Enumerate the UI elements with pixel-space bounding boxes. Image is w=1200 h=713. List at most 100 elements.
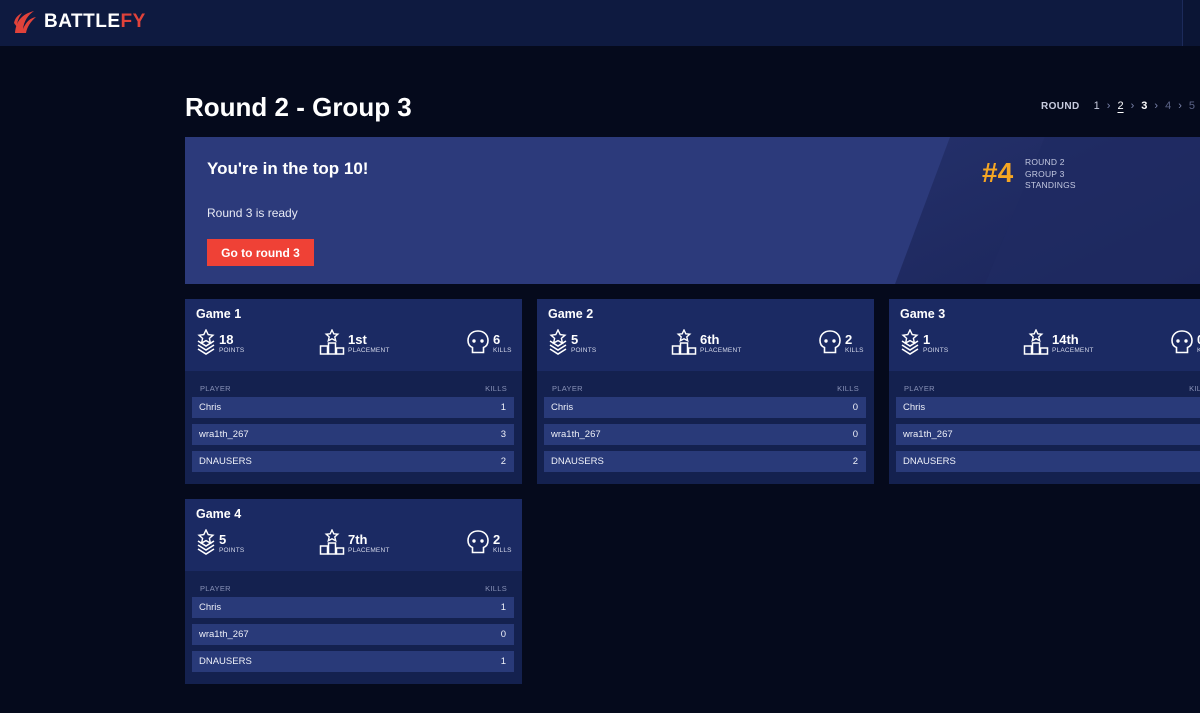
- game-card-4: Game 4 5 POINTS 7th PLACEMENT 2 KILLS PL…: [185, 499, 522, 684]
- game-title: Game 3: [900, 307, 946, 321]
- standing-details: ROUND 2 GROUP 3 STANDINGS: [1025, 157, 1076, 192]
- player-kills: 0: [852, 402, 858, 413]
- brand-name-part1: BATTLE: [44, 11, 121, 32]
- placement-stat: 7th PLACEMENT: [319, 529, 390, 555]
- player-name: DNAUSERS: [199, 456, 252, 467]
- points-stat-text: 5 POINTS: [571, 333, 596, 355]
- points-value: 5: [571, 332, 579, 347]
- table-row[interactable]: wra1th_267 3: [192, 424, 514, 445]
- table-row[interactable]: wra1th_267 0: [192, 624, 514, 645]
- player-kills: 2: [852, 456, 858, 467]
- points-stat: 5 POINTS: [548, 329, 596, 355]
- podium-icon: [319, 529, 345, 555]
- player-name: DNAUSERS: [551, 456, 604, 467]
- chevron-right-icon: ›: [1130, 100, 1135, 112]
- battlefy-logo[interactable]: BATTLEFY: [12, 9, 146, 35]
- kills-label: KILLS: [493, 547, 512, 554]
- placement-value: 6th: [700, 332, 720, 347]
- table-row[interactable]: Chris 1: [192, 597, 514, 618]
- players-table-header: PLAYER KILLS: [904, 384, 1200, 393]
- kills-value: 2: [493, 532, 501, 547]
- kills-label: KILLS: [493, 347, 512, 354]
- table-row[interactable]: DNAUSERS: [896, 451, 1200, 472]
- points-chevron-icon: [197, 329, 215, 355]
- game-summary: Game 3 1 POINTS 14th PLACEMENT 0: [889, 299, 1200, 371]
- game-card-1: Game 1 18 POINTS 1st PLACEMENT 6 KILLS P…: [185, 299, 522, 484]
- points-chevron-icon: [197, 529, 215, 555]
- placement-value: 7th: [348, 532, 368, 547]
- chevron-right-icon: ›: [1178, 100, 1182, 112]
- points-stat: 1 POINTS: [900, 329, 948, 355]
- player-name: Chris: [903, 402, 926, 413]
- round-link-3[interactable]: 3: [1141, 100, 1147, 112]
- page-title: Round 2 - Group 3: [185, 92, 412, 122]
- skull-icon: [1171, 330, 1193, 354]
- column-player: PLAYER: [200, 584, 231, 593]
- placement-label: PLACEMENT: [1052, 347, 1094, 354]
- kills-value: 6: [493, 332, 501, 347]
- game-summary: Game 2 5 POINTS 6th PLACEMENT 2 KILLS: [537, 299, 874, 371]
- table-row[interactable]: wra1th_267 0: [544, 424, 866, 445]
- placement-label: PLACEMENT: [348, 347, 390, 354]
- player-name: DNAUSERS: [199, 656, 252, 667]
- points-label: POINTS: [571, 347, 597, 354]
- brand-name: BATTLEFY: [44, 11, 146, 33]
- podium-icon: [1023, 329, 1049, 355]
- placement-value: 14th: [1052, 332, 1079, 347]
- go-to-round-button[interactable]: Go to round 3: [207, 239, 314, 266]
- kills-stat: 2 KILLS: [466, 529, 512, 555]
- round-link-5[interactable]: 5: [1189, 100, 1195, 112]
- points-value: 1: [923, 332, 931, 347]
- placement-stat: 1st PLACEMENT: [319, 329, 390, 355]
- points-stat-text: 5 POINTS: [219, 533, 244, 555]
- kills-stat: 0 KILLS: [1170, 329, 1200, 355]
- column-kills: KILLS: [485, 384, 507, 393]
- round-link-1[interactable]: 1: [1094, 100, 1100, 112]
- top-nav-bar: BATTLEFY: [0, 0, 1200, 46]
- round-navigation: ROUND 1 › 2 › 3 › 4 › 5: [1041, 100, 1199, 112]
- round-link-2[interactable]: 2: [1117, 100, 1123, 112]
- column-player: PLAYER: [904, 384, 935, 393]
- standing-label: STANDINGS: [1025, 180, 1076, 190]
- game-summary: Game 1 18 POINTS 1st PLACEMENT 6 KILLS: [185, 299, 522, 371]
- skull-icon: [467, 530, 489, 554]
- brand-name-part2: FY: [120, 11, 146, 32]
- points-stat-text: 1 POINTS: [923, 333, 948, 355]
- game-summary: Game 4 5 POINTS 7th PLACEMENT 2 KILLS: [185, 499, 522, 571]
- placement-stat: 6th PLACEMENT: [671, 329, 742, 355]
- kills-label: KILLS: [845, 347, 864, 354]
- points-label: POINTS: [219, 347, 245, 354]
- placement-stat-text: 7th PLACEMENT: [348, 533, 390, 555]
- table-row[interactable]: DNAUSERS 2: [544, 451, 866, 472]
- players-table-header: PLAYER KILLS: [200, 584, 507, 593]
- player-name: wra1th_267: [199, 629, 249, 640]
- player-kills: 0: [500, 629, 506, 640]
- standing-group: GROUP 3: [1025, 168, 1065, 179]
- column-kills: KILLS: [1189, 384, 1200, 393]
- round-link-4[interactable]: 4: [1165, 100, 1171, 112]
- player-name: Chris: [199, 602, 222, 613]
- column-player: PLAYER: [200, 384, 231, 393]
- points-label: POINTS: [923, 347, 949, 354]
- player-name: wra1th_267: [903, 429, 953, 440]
- player-name: DNAUSERS: [903, 456, 956, 467]
- skull-icon: [819, 330, 841, 354]
- qualification-banner: You're in the top 10! Round 3 is ready G…: [185, 137, 1200, 284]
- skull-icon: [467, 330, 489, 354]
- kills-stat: 2 KILLS: [818, 329, 864, 355]
- player-name: wra1th_267: [551, 429, 601, 440]
- player-name: Chris: [199, 402, 222, 413]
- placement-label: PLACEMENT: [700, 347, 742, 354]
- podium-icon: [319, 329, 345, 355]
- topbar-right-panel: [1182, 0, 1200, 46]
- table-row[interactable]: wra1th_267: [896, 424, 1200, 445]
- table-row[interactable]: Chris 0: [544, 397, 866, 418]
- banner-subtitle: Round 3 is ready: [207, 206, 298, 220]
- chevron-right-icon: ›: [1154, 100, 1159, 112]
- table-row[interactable]: Chris 1: [192, 397, 514, 418]
- round-nav-label: ROUND: [1041, 100, 1080, 112]
- table-row[interactable]: DNAUSERS 1: [192, 651, 514, 672]
- table-row[interactable]: DNAUSERS 2: [192, 451, 514, 472]
- table-row[interactable]: Chris: [896, 397, 1200, 418]
- kills-stat-text: 2 KILLS: [493, 533, 512, 555]
